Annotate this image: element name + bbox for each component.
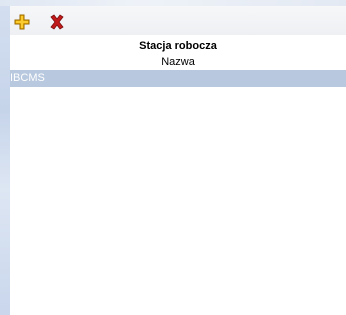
table-title: Stacja robocza — [139, 40, 217, 52]
add-plus-icon — [14, 14, 30, 30]
list-empty-area[interactable] — [10, 87, 346, 315]
column-header-name[interactable]: Nazwa — [10, 55, 346, 69]
delete-x-icon — [50, 14, 64, 30]
add-button[interactable] — [13, 13, 31, 31]
table-row[interactable]: IBCMS — [10, 70, 346, 87]
table-cell-name: IBCMS — [10, 72, 45, 84]
delete-button[interactable] — [48, 13, 66, 31]
toolbar — [10, 6, 346, 35]
window-background-left — [0, 0, 10, 315]
workstation-panel: Stacja robocza Nazwa IBCMS — [10, 6, 346, 315]
